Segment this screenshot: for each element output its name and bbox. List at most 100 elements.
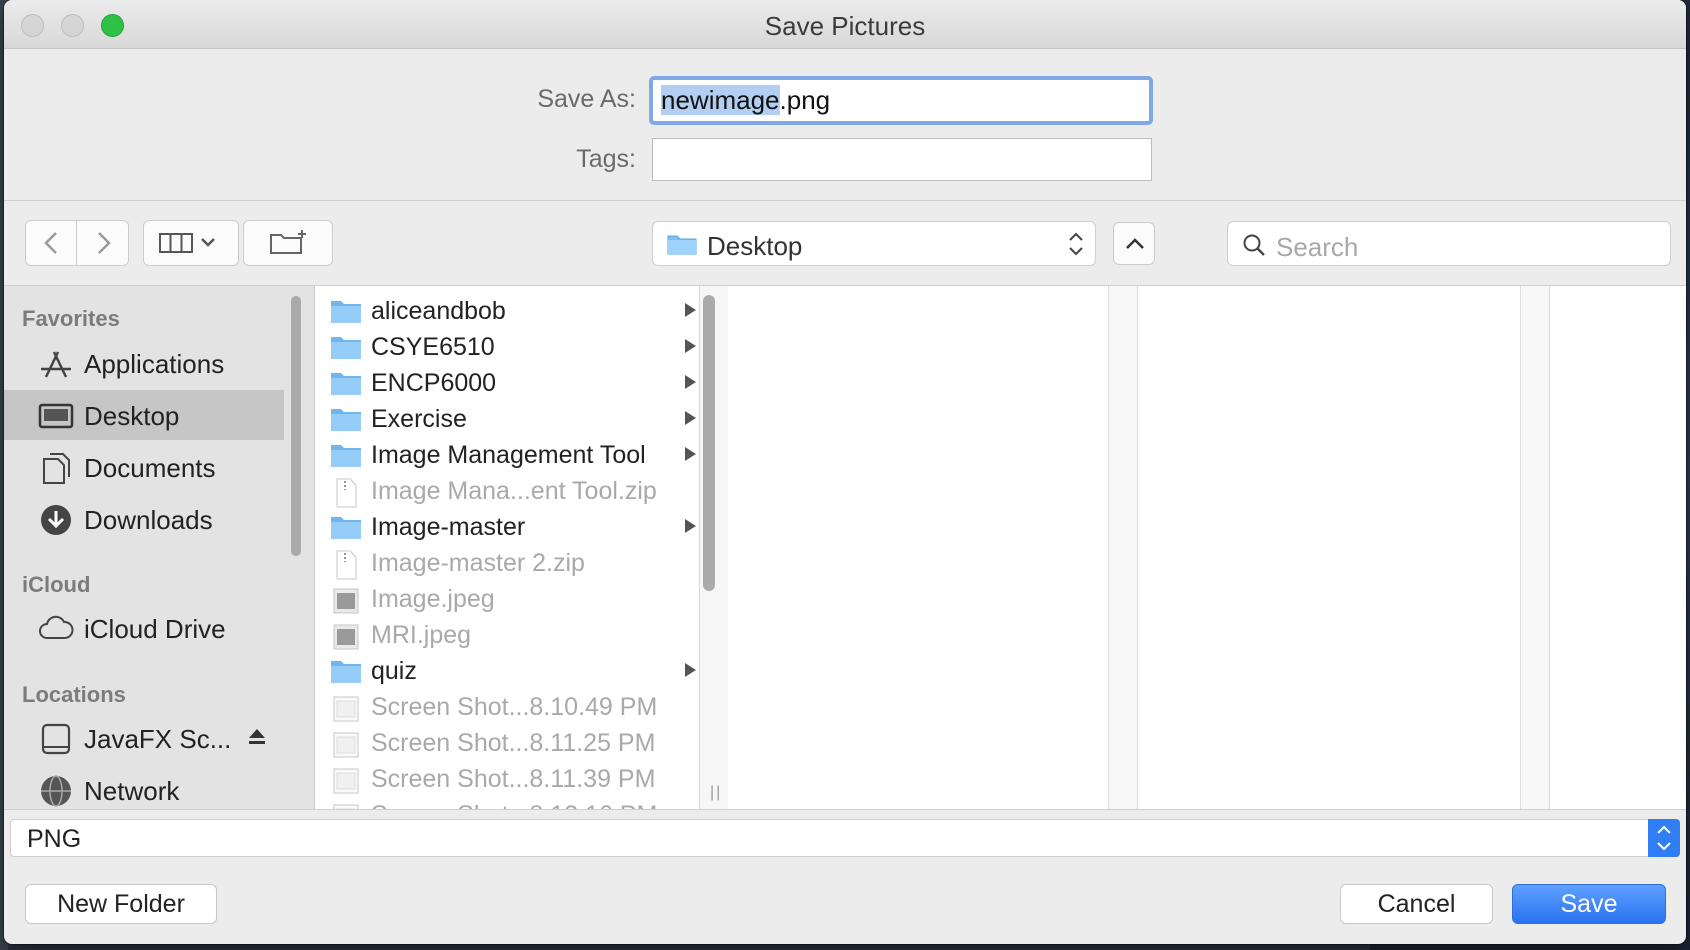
format-popup[interactable]: PNG <box>10 819 1680 857</box>
image-file-icon <box>330 694 362 729</box>
save-as-field[interactable]: newimage.png <box>649 76 1153 125</box>
sidebar-item-label: iCloud Drive <box>84 614 226 644</box>
search-field[interactable]: Search <box>1227 221 1671 266</box>
file-name: Screen Shot...8.12.16 PM <box>371 801 657 809</box>
file-name: Image.jpeg <box>371 585 495 613</box>
search-icon <box>1243 234 1265 256</box>
sidebar-item-icloud-drive[interactable]: iCloud Drive <box>4 603 284 653</box>
image-file-icon <box>330 802 362 809</box>
sidebar-scrollbar[interactable] <box>291 296 301 556</box>
file-name: ENCP6000 <box>371 369 497 397</box>
file-name: Image Management Tool <box>371 441 646 469</box>
new-folder-icon <box>270 230 306 254</box>
folder-row[interactable]: ENCP6000 <box>315 366 699 402</box>
network-icon <box>41 775 71 807</box>
sidebar-header-locations: Locations <box>22 682 126 707</box>
file-name: quiz <box>371 657 417 685</box>
image-file-icon <box>330 586 362 621</box>
file-name: CSYE6510 <box>371 333 495 361</box>
desktop-icon <box>38 403 74 429</box>
file-name: aliceandbob <box>371 297 506 325</box>
format-stepper[interactable] <box>1648 819 1680 857</box>
file-name: Screen Shot...8.10.49 PM <box>371 693 658 721</box>
updown-chevron-icon <box>1657 825 1671 851</box>
sidebar-item-network[interactable]: Network <box>4 765 284 809</box>
column-gutter <box>1109 286 1138 809</box>
file-row[interactable]: Image-master 2.zip <box>315 546 699 582</box>
folder-row[interactable]: Image-master <box>315 510 699 546</box>
folder-icon <box>330 658 362 689</box>
file-row[interactable]: Image.jpeg <box>315 582 699 618</box>
window-title: Save Pictures <box>764 11 926 41</box>
sidebar-item-documents[interactable]: Documents <box>4 442 284 492</box>
columns-view-icon <box>159 233 215 253</box>
sidebar-header-favorites: Favorites <box>22 306 120 331</box>
applications-icon <box>41 351 71 378</box>
sidebar-item-desktop[interactable]: Desktop <box>4 390 284 440</box>
column-resize-handle[interactable]: || <box>710 784 722 802</box>
folder-icon <box>330 334 362 365</box>
file-name: Image Mana...ent Tool.zip <box>371 477 657 505</box>
file-name: Screen Shot...8.11.39 PM <box>371 765 656 793</box>
new-folder-toolbar-button[interactable] <box>243 220 333 266</box>
sidebar-item-downloads[interactable]: Downloads <box>4 494 284 544</box>
tags-field[interactable] <box>652 138 1152 181</box>
file-name: MRI.jpeg <box>371 621 472 649</box>
disclosure-arrow-icon <box>685 519 696 533</box>
disk-icon <box>41 723 71 755</box>
chevron-left-icon <box>44 232 57 254</box>
folder-row[interactable]: aliceandbob <box>315 294 699 330</box>
file-row[interactable]: MRI.jpeg <box>315 618 699 654</box>
collapse-button[interactable] <box>1113 222 1155 265</box>
file-row[interactable]: Screen Shot...8.12.16 PM <box>315 798 699 809</box>
eject-icon[interactable] <box>248 727 266 747</box>
chevron-right-icon <box>98 232 111 254</box>
disclosure-arrow-icon <box>685 375 696 389</box>
cancel-button[interactable]: Cancel <box>1340 884 1493 924</box>
file-name: Image-master <box>371 513 526 541</box>
file-name: Exercise <box>371 405 467 433</box>
save-dialog: Save Pictures Save As: newimage.png Tags… <box>4 0 1686 944</box>
format-bar: PNG <box>4 809 1686 860</box>
folder-icon <box>330 298 362 329</box>
file-row[interactable]: Screen Shot...8.10.49 PM <box>315 690 699 726</box>
forward-button[interactable] <box>77 220 129 266</box>
folder-row[interactable]: quiz <box>315 654 699 690</box>
sidebar-item-javafx[interactable]: JavaFX Sc... <box>4 713 284 763</box>
empty-column <box>728 286 1109 809</box>
empty-column <box>1550 286 1686 809</box>
folder-row[interactable]: CSYE6510 <box>315 330 699 366</box>
sidebar: Favorites Applications Desktop Documents <box>4 286 315 809</box>
sidebar-item-label: Documents <box>84 453 216 483</box>
sidebar-item-label: JavaFX Sc... <box>84 724 232 754</box>
disclosure-arrow-icon <box>685 339 696 353</box>
disclosure-arrow-icon <box>685 303 696 317</box>
save-as-extension: .png <box>779 85 831 115</box>
view-mode-button[interactable] <box>143 220 239 266</box>
file-list-scrollbar[interactable] <box>703 295 715 591</box>
file-row[interactable]: Screen Shot...8.11.25 PM <box>315 726 699 762</box>
file-name: Screen Shot...8.11.25 PM <box>371 729 656 757</box>
sidebar-item-label: Applications <box>84 349 225 379</box>
folder-row[interactable]: Image Management Tool <box>315 438 699 474</box>
format-value: PNG <box>27 825 82 853</box>
file-row[interactable]: Screen Shot...8.11.39 PM <box>315 762 699 798</box>
folder-icon <box>330 514 362 545</box>
file-list-column: aliceandbob CSYE6510 ENCP6000 Exercise Image… <box>315 286 700 809</box>
file-row[interactable]: Image Mana...ent Tool.zip <box>315 474 699 510</box>
sidebar-item-label: Network <box>84 776 180 806</box>
folder-icon <box>667 235 697 255</box>
new-folder-button[interactable]: New Folder <box>25 884 217 924</box>
sidebar-item-label: Downloads <box>84 505 213 535</box>
sidebar-item-label: Desktop <box>84 401 180 431</box>
back-button[interactable] <box>25 220 77 266</box>
sidebar-item-applications[interactable]: Applications <box>4 338 284 388</box>
sidebar-header-icloud: iCloud <box>22 572 91 597</box>
location-popup[interactable]: Desktop <box>652 221 1096 266</box>
folder-row[interactable]: Exercise <box>315 402 699 438</box>
disclosure-arrow-icon <box>685 447 696 461</box>
disclosure-arrow-icon <box>685 411 696 425</box>
tags-label: Tags: <box>576 145 636 173</box>
column-gutter <box>1521 286 1550 809</box>
save-button[interactable]: Save <box>1512 884 1666 924</box>
